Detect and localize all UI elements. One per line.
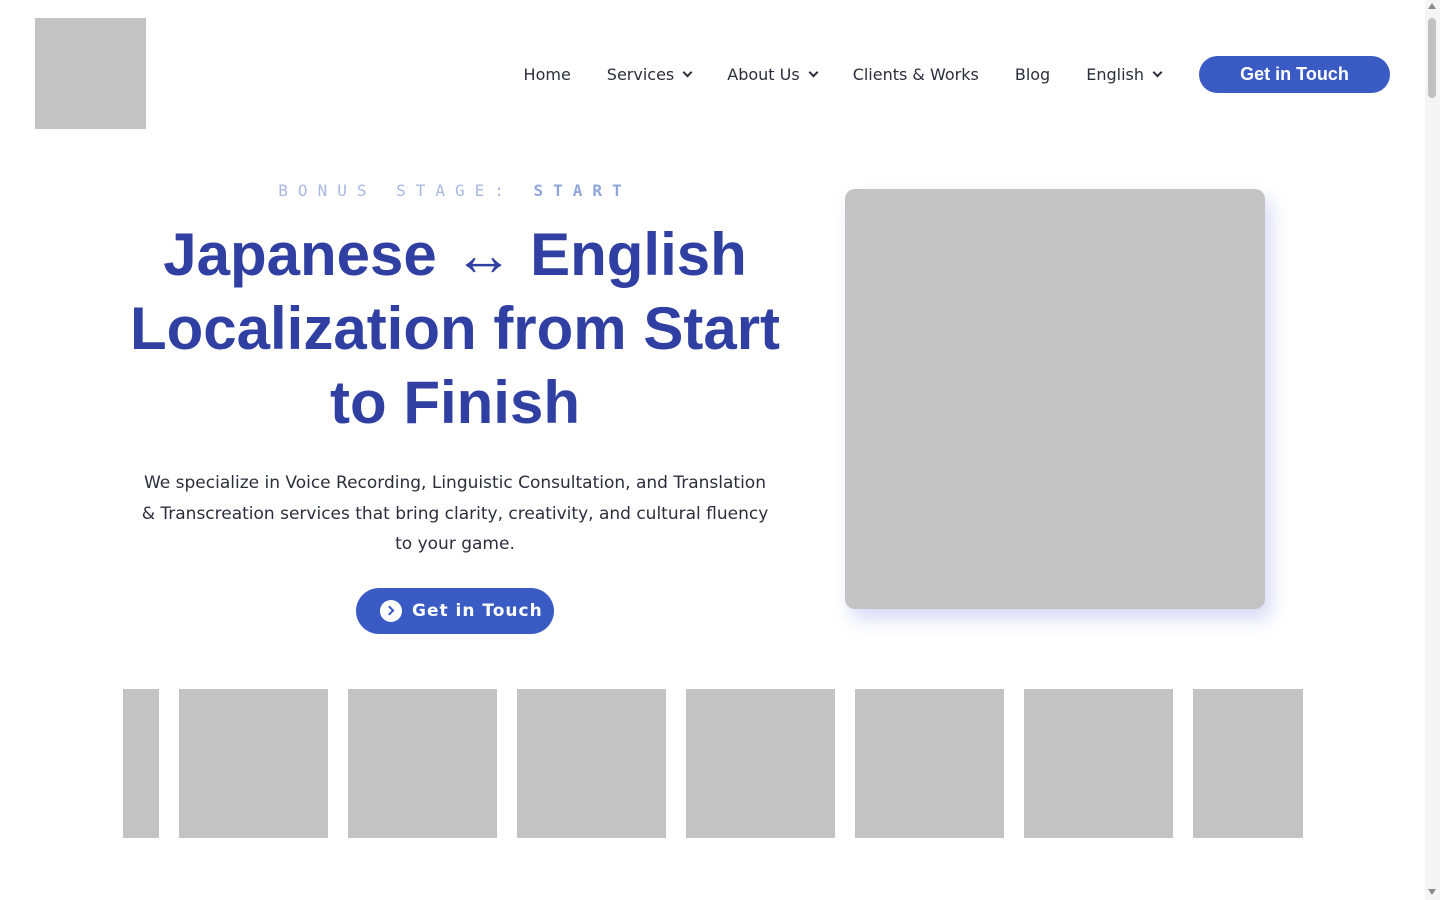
client-logo: [1193, 689, 1303, 838]
chevron-down-icon: [808, 67, 819, 77]
nav-services-label: Services: [606, 64, 675, 84]
nav-home[interactable]: Home: [524, 65, 571, 84]
client-logo: [855, 689, 1004, 838]
header-get-in-touch-button[interactable]: Get in Touch: [1199, 55, 1390, 93]
client-logo: [1024, 689, 1173, 838]
headline-line-2: Localization from Start: [129, 295, 781, 362]
header-cta-label: Get in Touch: [1240, 63, 1349, 84]
client-logo: [686, 689, 835, 838]
page-scrollbar[interactable]: [1425, 0, 1440, 900]
nav-services[interactable]: Services: [606, 64, 693, 84]
language-selector-label: English: [1086, 64, 1144, 84]
chevron-right-circle-icon: [380, 599, 402, 622]
hero-cta-label: Get in Touch: [412, 600, 543, 621]
hero-content: BONUS STAGE: START Japanese ↔ English Lo…: [120, 178, 790, 634]
client-logo-carousel[interactable]: [123, 689, 1303, 838]
scroll-up-arrow-icon[interactable]: [1428, 3, 1436, 9]
nav-blog-label: Blog: [1014, 64, 1051, 84]
nav-clients-works[interactable]: Clients & Works: [853, 65, 979, 84]
site-logo[interactable]: [35, 18, 146, 129]
chevron-down-icon: [1152, 67, 1163, 77]
hero-headline: Japanese ↔ English Localization from Sta…: [120, 218, 790, 440]
headline-line-3: to Finish: [330, 369, 580, 436]
client-logo: [517, 689, 666, 838]
client-logo: [348, 689, 497, 838]
hero-eyebrow: BONUS STAGE: START: [120, 178, 790, 204]
hero-get-in-touch-button[interactable]: Get in Touch: [356, 587, 554, 634]
language-selector[interactable]: English: [1086, 64, 1163, 84]
eyebrow-prefix: BONUS STAGE:: [278, 181, 514, 200]
nav-home-label: Home: [523, 64, 571, 84]
chevron-down-icon: [682, 67, 693, 77]
hero-image: [845, 189, 1265, 609]
eyebrow-highlight: START: [533, 181, 632, 200]
scrollbar-thumb[interactable]: [1428, 18, 1436, 98]
main-nav: Home Services About Us Clients & Works B…: [524, 55, 1390, 93]
headline-line-1: Japanese ↔ English: [163, 221, 747, 288]
nav-about-us-label: About Us: [727, 64, 800, 84]
nav-blog[interactable]: Blog: [1015, 65, 1050, 84]
scroll-down-arrow-icon[interactable]: [1428, 889, 1436, 895]
nav-about-us[interactable]: About Us: [727, 64, 819, 84]
hero-subtext: We specialize in Voice Recording, Lingui…: [141, 473, 769, 554]
nav-clients-works-label: Clients & Works: [852, 64, 979, 84]
client-logo: [179, 689, 328, 838]
client-logo: [123, 689, 159, 838]
